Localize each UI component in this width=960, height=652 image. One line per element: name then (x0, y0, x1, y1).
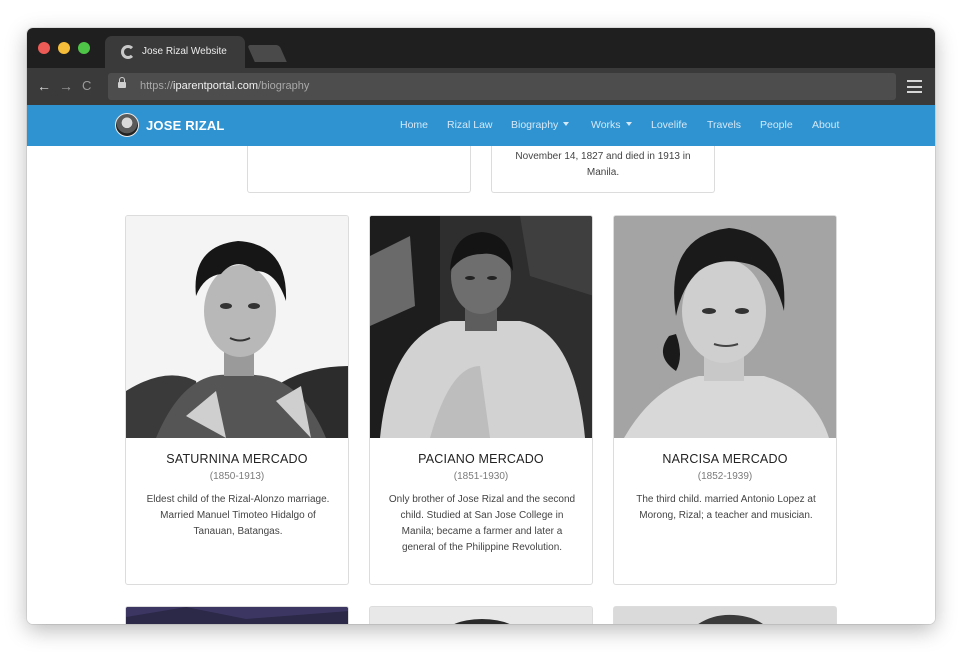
browser-window: Jose Rizal Website ← → C https://iparent… (27, 28, 935, 624)
chevron-down-icon (563, 122, 570, 126)
person-photo (370, 216, 592, 438)
info-card-right-text: November 14, 1827 and died in 1913 in Ma… (515, 151, 691, 178)
chrome-icon (121, 45, 135, 59)
nav-about[interactable]: About (812, 119, 839, 131)
person-name: NARCISA MERCADO (662, 452, 788, 466)
page-viewport: JOSE RIZAL Home Rizal Law Biography Work… (27, 105, 935, 624)
person-photo (614, 216, 836, 438)
person-card: SATURNINA MERCADO (1850-1913) Eldest chi… (125, 215, 349, 585)
person-photo (126, 216, 348, 438)
person-years: (1850-1913) (209, 471, 265, 482)
person-name: SATURNINA MERCADO (166, 452, 308, 466)
address-bar[interactable]: https://iparentportal.com/biography (108, 73, 896, 100)
person-card-partial (369, 606, 593, 624)
nav-rizal-law[interactable]: Rizal Law (447, 119, 493, 131)
site-logo-icon[interactable] (115, 113, 139, 137)
person-description: Eldest child of the Rizal-Alonzo marriag… (146, 494, 330, 537)
person-card: PACIANO MERCADO (1851-1930) Only brother… (369, 215, 593, 585)
nav-lovelife[interactable]: Lovelife (651, 119, 687, 131)
back-icon[interactable]: ← (37, 77, 51, 95)
nav-works-label: Works (591, 119, 621, 131)
reload-icon[interactable]: C (82, 77, 91, 95)
nav-biography-label: Biography (511, 119, 559, 131)
person-card-partial (613, 606, 837, 624)
nav-works[interactable]: Works (591, 119, 632, 131)
url-path: /biography (258, 80, 310, 92)
nav-biography[interactable]: Biography (511, 119, 570, 131)
info-card-right: November 14, 1827 and died in 1913 in Ma… (491, 146, 715, 193)
person-card-partial (125, 606, 349, 624)
person-years: (1851-1930) (453, 471, 509, 482)
info-card-left (247, 146, 471, 193)
person-card: NARCISA MERCADO (1852-1939) The third ch… (613, 215, 837, 585)
url-domain: iparentportal.com (173, 80, 259, 92)
nav-people[interactable]: People (760, 119, 793, 131)
nav-travels[interactable]: Travels (707, 119, 741, 131)
title-bar: Jose Rizal Website (27, 28, 935, 68)
nav-home[interactable]: Home (400, 119, 428, 131)
person-name: PACIANO MERCADO (418, 452, 544, 466)
maximize-window-button[interactable] (78, 42, 90, 54)
person-description: The third child. married Antonio Lopez a… (636, 494, 816, 521)
minimize-window-button[interactable] (58, 42, 70, 54)
new-tab-button[interactable] (247, 45, 287, 62)
menu-icon[interactable] (907, 80, 922, 93)
site-brand[interactable]: JOSE RIZAL (146, 118, 225, 133)
person-years: (1852-1939) (697, 471, 753, 482)
person-description: Only brother of Jose Rizal and the secon… (388, 494, 576, 553)
url-scheme: https:// (140, 80, 174, 92)
site-navbar: JOSE RIZAL Home Rizal Law Biography Work… (27, 105, 935, 146)
forward-icon[interactable]: → (59, 77, 73, 95)
tab-title: Jose Rizal Website (142, 46, 227, 57)
browser-tab[interactable]: Jose Rizal Website (105, 36, 245, 68)
chevron-down-icon (625, 122, 632, 126)
close-window-button[interactable] (38, 42, 50, 54)
url-text: https://iparentportal.com/biography (140, 80, 309, 92)
lock-icon (118, 77, 126, 90)
browser-toolbar: ← → C https://iparentportal.com/biograph… (27, 68, 935, 105)
